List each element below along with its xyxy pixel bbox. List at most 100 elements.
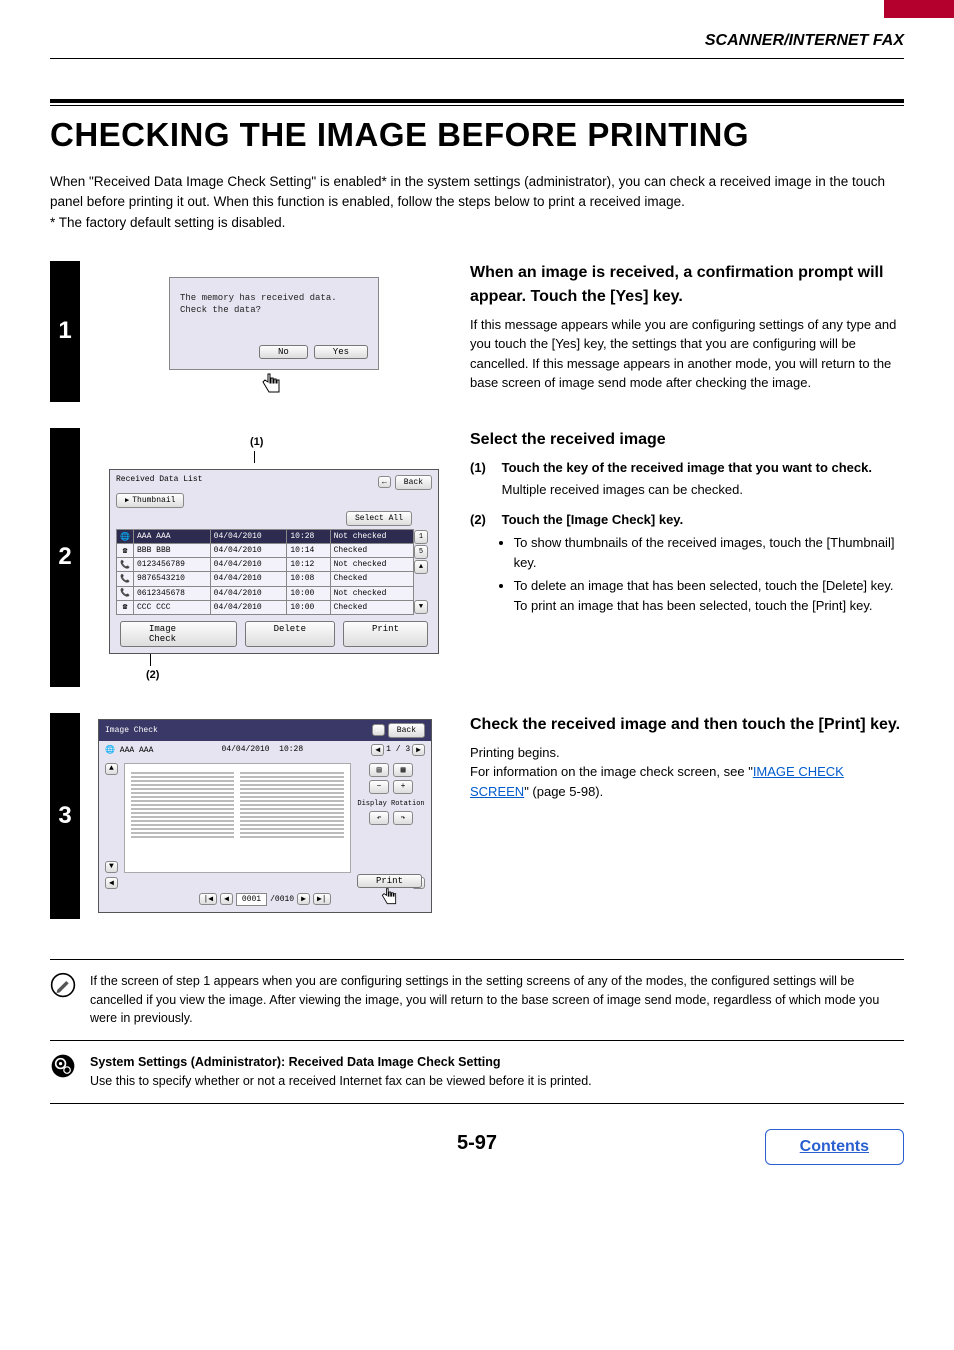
rotate-left-button[interactable]: ↶	[369, 811, 389, 825]
row-time: 10:00	[287, 600, 330, 614]
delete-button[interactable]: Delete	[245, 621, 335, 647]
intro-p1: When "Received Data Image Check Setting"…	[50, 172, 904, 213]
row-name: CCC CCC	[133, 600, 210, 614]
fit-page-icon[interactable]: ▦	[393, 763, 413, 777]
table-row[interactable]: ☎CCC CCC04/04/201010:00Checked	[117, 600, 414, 614]
thumbnail-button[interactable]: ▶Thumbnail	[116, 493, 184, 508]
scroll-column: 1 5 ▲ ▼	[414, 529, 430, 615]
yes-button[interactable]: Yes	[314, 345, 368, 359]
meta-time: 10:28	[279, 745, 303, 754]
dialog-line1: The memory has received data.	[180, 292, 368, 305]
back-button[interactable]: Back	[395, 475, 432, 490]
section-header: SCANNER/INTERNET FAX	[50, 20, 904, 59]
phone-icon: 📞	[117, 572, 134, 586]
note-2: System Settings (Administrator): Receive…	[50, 1040, 904, 1104]
display-rotation-label: Display Rotation	[357, 800, 424, 808]
last-page-button[interactable]: ▶|	[313, 893, 331, 905]
row-status: Checked	[330, 572, 413, 586]
row-time: 10:00	[287, 586, 330, 600]
step-number: 2	[50, 428, 80, 687]
sub2-title: Touch the [Image Check] key.	[502, 512, 684, 527]
sub2-bullet: To delete an image that has been selecte…	[514, 576, 904, 615]
step-number: 3	[50, 713, 80, 919]
table-row[interactable]: 📞987654321004/04/201010:08Checked	[117, 572, 414, 586]
row-date: 04/04/2010	[210, 544, 287, 558]
panel3-title: Image Check	[105, 726, 158, 735]
hscroll-left-button[interactable]: ◀	[105, 877, 118, 889]
step3-body1: Printing begins.	[470, 743, 904, 763]
image-check-button[interactable]: Image Check	[120, 621, 237, 647]
net-icon: 🌐	[117, 529, 134, 543]
step-number: 1	[50, 261, 80, 402]
page-total: /0010	[270, 895, 294, 904]
received-list-table: 🌐AAA AAA04/04/201010:28Not checked ☎BBB …	[116, 529, 414, 615]
scroll-total-indicator: 5	[414, 545, 428, 559]
row-status: Not checked	[330, 558, 413, 572]
panel-title: Received Data List	[116, 475, 202, 490]
intro-p2: * The factory default setting is disable…	[50, 213, 904, 233]
pencil-note-icon	[50, 972, 76, 998]
fit-width-icon[interactable]: ▤	[369, 763, 389, 777]
step3-body2b: " (page 5-98).	[524, 784, 603, 799]
page-next-button[interactable]: ▶	[412, 744, 425, 756]
step-2: 2 (1) Received Data List ← Back ▶Thumbna…	[50, 428, 904, 687]
doc-page-right	[240, 770, 344, 866]
touch-hand-icon	[258, 372, 284, 396]
row-date: 04/04/2010	[210, 572, 287, 586]
contents-button[interactable]: Contents	[765, 1129, 904, 1165]
page-indicator: 1 / 3	[386, 745, 410, 754]
zoom-out-button[interactable]: −	[369, 780, 389, 794]
print-button[interactable]: Print	[357, 874, 422, 888]
callout-line	[254, 451, 255, 463]
callout-line	[150, 654, 151, 666]
rotate-right-button[interactable]: ↷	[393, 811, 413, 825]
table-row[interactable]: 🌐AAA AAA04/04/201010:28Not checked	[117, 529, 414, 543]
print-button[interactable]: Print	[343, 621, 428, 647]
row-date: 04/04/2010	[210, 586, 287, 600]
back-arrow-icon[interactable]: ←	[378, 476, 391, 488]
prev-page-button[interactable]: ◀	[220, 893, 233, 905]
step3-heading: Check the received image and then touch …	[470, 713, 904, 737]
row-time: 10:14	[287, 544, 330, 558]
row-name: 9876543210	[133, 572, 210, 586]
row-name: 0123456789	[133, 558, 210, 572]
step1-text: When an image is received, a confirmatio…	[460, 261, 904, 402]
vscroll-up-button[interactable]: ▲	[105, 763, 118, 775]
row-time: 10:08	[287, 572, 330, 586]
sub-number: (2)	[470, 510, 498, 530]
next-page-button[interactable]: ▶	[297, 893, 310, 905]
step2-figure: (1) Received Data List ← Back ▶Thumbnail…	[80, 428, 460, 687]
row-date: 04/04/2010	[210, 600, 287, 614]
row-name: 0612345678	[133, 586, 210, 600]
no-button[interactable]: No	[259, 345, 308, 359]
scroll-down-button[interactable]: ▼	[414, 600, 428, 614]
note2-body: Use this to specify whether or not a rec…	[90, 1072, 592, 1091]
table-row[interactable]: ☎BBB BBB04/04/201010:14Checked	[117, 544, 414, 558]
net-icon: 🌐	[105, 746, 115, 755]
row-time: 10:12	[287, 558, 330, 572]
zoom-in-button[interactable]: +	[393, 780, 413, 794]
confirm-dialog: The memory has received data. Check the …	[169, 277, 379, 370]
image-check-panel: Image Check ← Back 🌐 AAA AAA 04/04/2010 …	[98, 719, 432, 913]
note1-text: If the screen of step 1 appears when you…	[90, 972, 904, 1028]
scroll-pos-indicator: 1	[414, 530, 428, 544]
back-button[interactable]: Back	[388, 723, 425, 738]
vscroll-down-button[interactable]: ▼	[105, 861, 118, 873]
table-row[interactable]: 📞061234567804/04/201010:00Not checked	[117, 586, 414, 600]
note-1: If the screen of step 1 appears when you…	[50, 959, 904, 1040]
note2-title: System Settings (Administrator): Receive…	[90, 1053, 592, 1072]
page-prev-button[interactable]: ◀	[371, 744, 384, 756]
scroll-up-button[interactable]: ▲	[414, 560, 428, 574]
step1-heading: When an image is received, a confirmatio…	[470, 261, 904, 309]
step2-heading: Select the received image	[470, 428, 904, 452]
table-row[interactable]: 📞012345678904/04/201010:12Not checked	[117, 558, 414, 572]
first-page-button[interactable]: |◀	[199, 893, 217, 905]
rule-thin	[50, 105, 904, 106]
back-arrow-icon[interactable]: ←	[372, 724, 385, 736]
dialog-line2: Check the data?	[180, 304, 368, 317]
play-icon: ▶	[125, 496, 129, 505]
select-all-button[interactable]: Select All	[346, 511, 412, 526]
row-name: AAA AAA	[133, 529, 210, 543]
step-3: 3 Image Check ← Back 🌐 AAA AAA 04/04/201…	[50, 713, 904, 919]
step1-figure: The memory has received data. Check the …	[80, 261, 460, 402]
